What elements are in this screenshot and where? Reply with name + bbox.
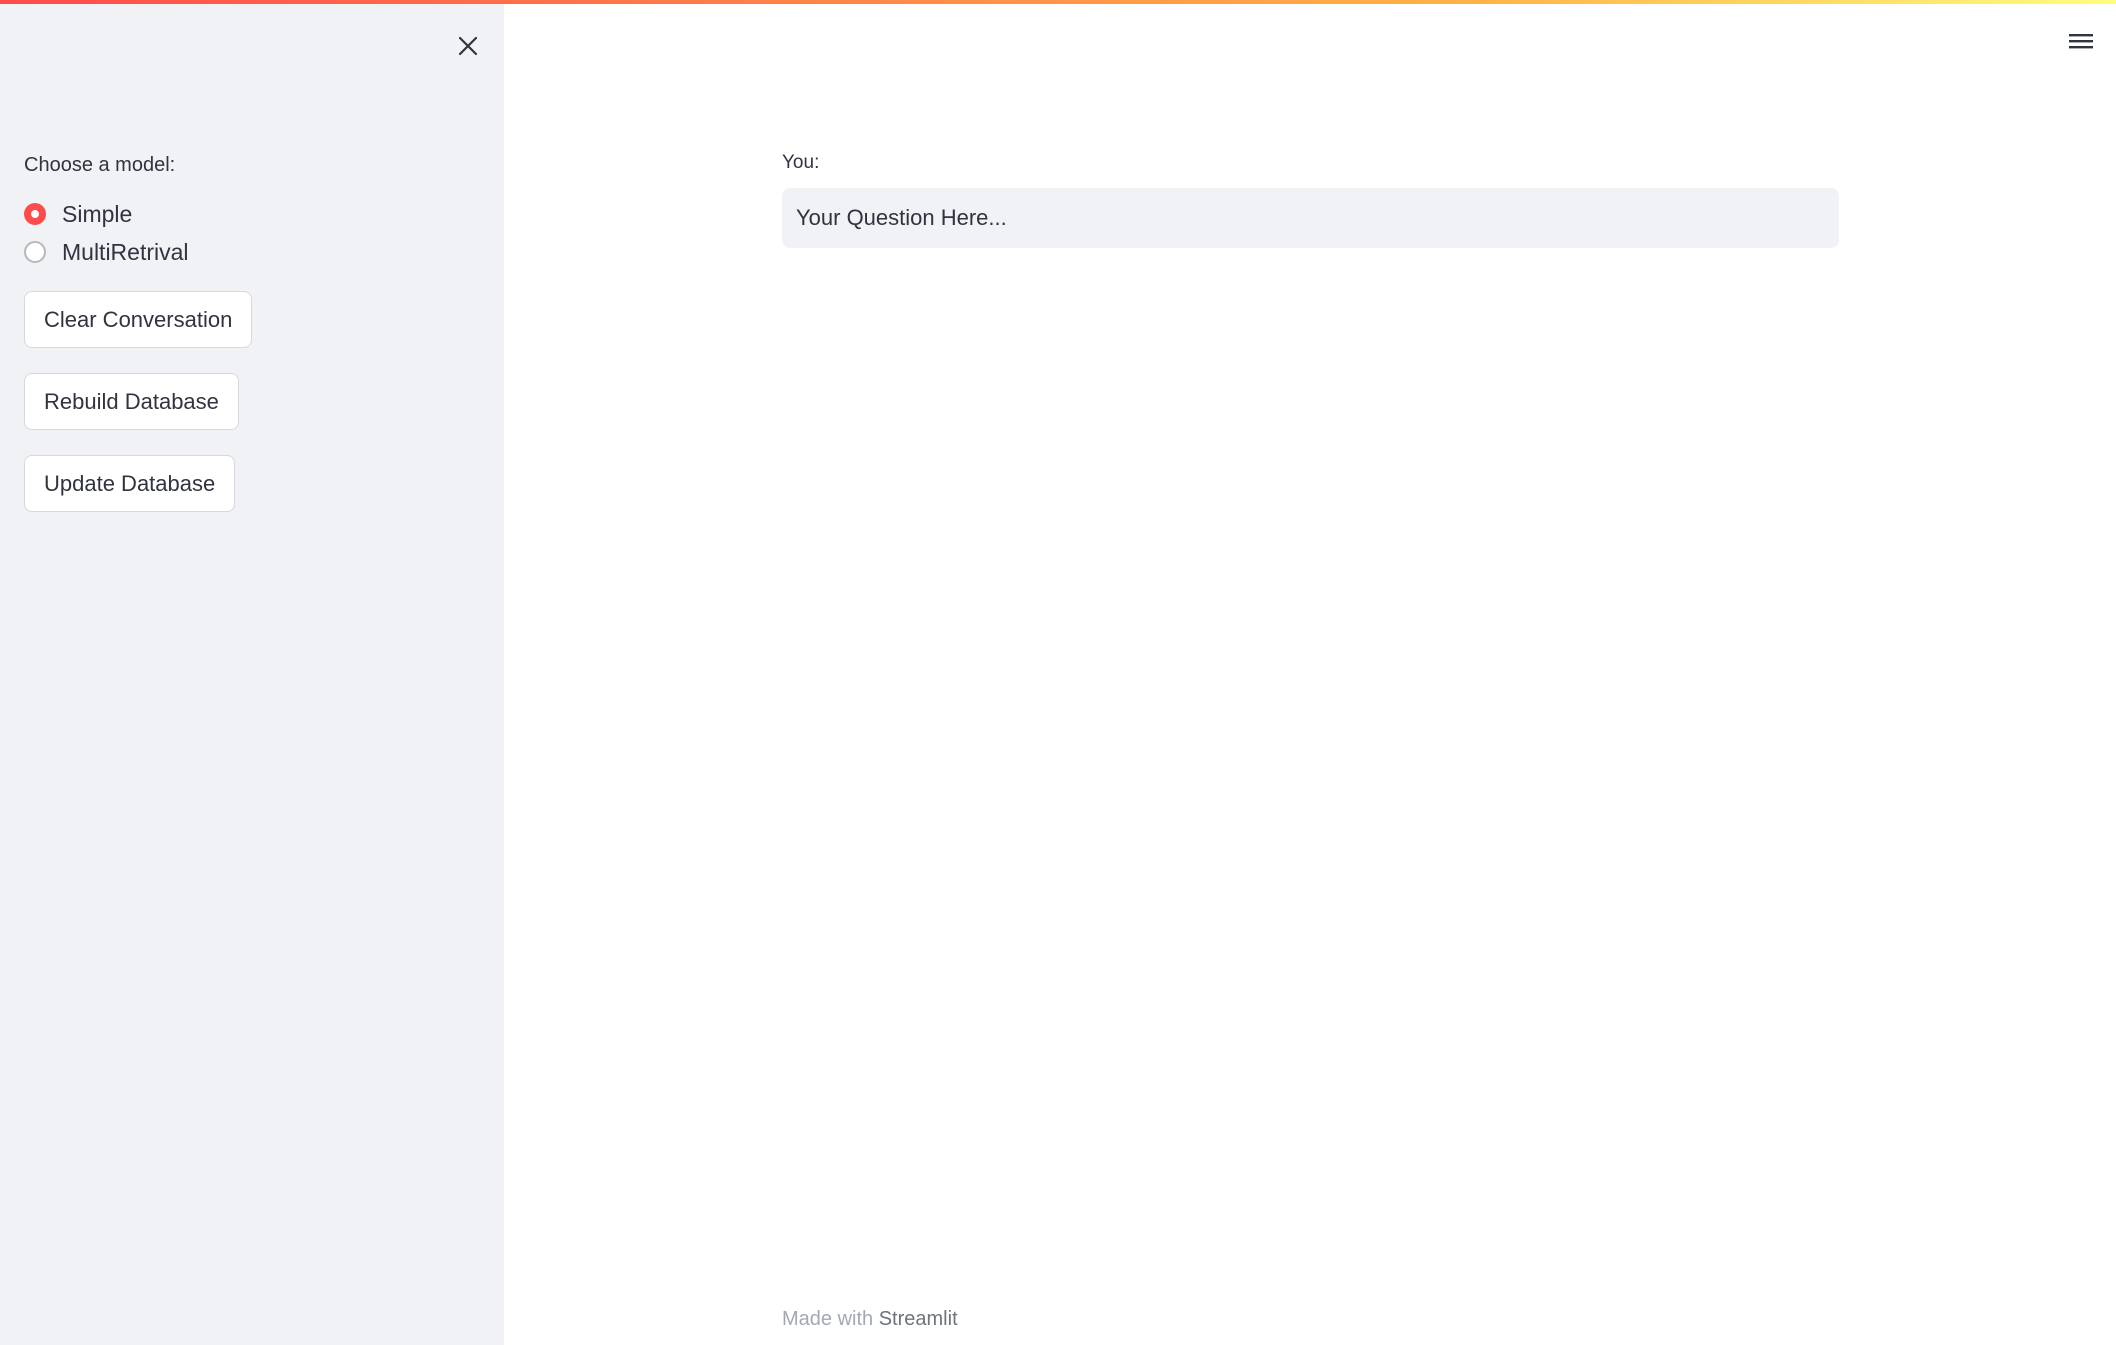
model-select-label: Choose a model: [24, 154, 176, 176]
main-menu-button[interactable] [2064, 24, 2098, 58]
model-radio-group: Simple MultiRetrival [24, 195, 189, 271]
radio-unselected-icon[interactable] [24, 241, 46, 263]
sidebar-close-button[interactable] [448, 26, 488, 66]
model-option-simple[interactable]: Simple [24, 195, 189, 233]
sidebar: Choose a model: Simple MultiRetrival Cle… [0, 0, 504, 1345]
clear-conversation-button[interactable]: Clear Conversation [24, 291, 253, 348]
model-option-label: MultiRetrival [62, 238, 189, 265]
model-option-label: Simple [62, 200, 133, 227]
close-icon [458, 36, 478, 56]
footer: Made with Streamlit [782, 1308, 958, 1331]
rebuild-database-button[interactable]: Rebuild Database [24, 373, 239, 430]
footer-prefix: Made with [782, 1308, 879, 1330]
question-input-label: You: [782, 152, 820, 173]
update-database-button[interactable]: Update Database [24, 455, 236, 512]
hamburger-menu-icon [2069, 34, 2093, 49]
model-option-multiretrival[interactable]: MultiRetrival [24, 233, 189, 271]
streamlit-link[interactable]: Streamlit [879, 1308, 958, 1330]
question-input[interactable] [782, 188, 1839, 248]
radio-selected-icon[interactable] [24, 203, 46, 225]
top-decoration-bar [0, 0, 2116, 4]
